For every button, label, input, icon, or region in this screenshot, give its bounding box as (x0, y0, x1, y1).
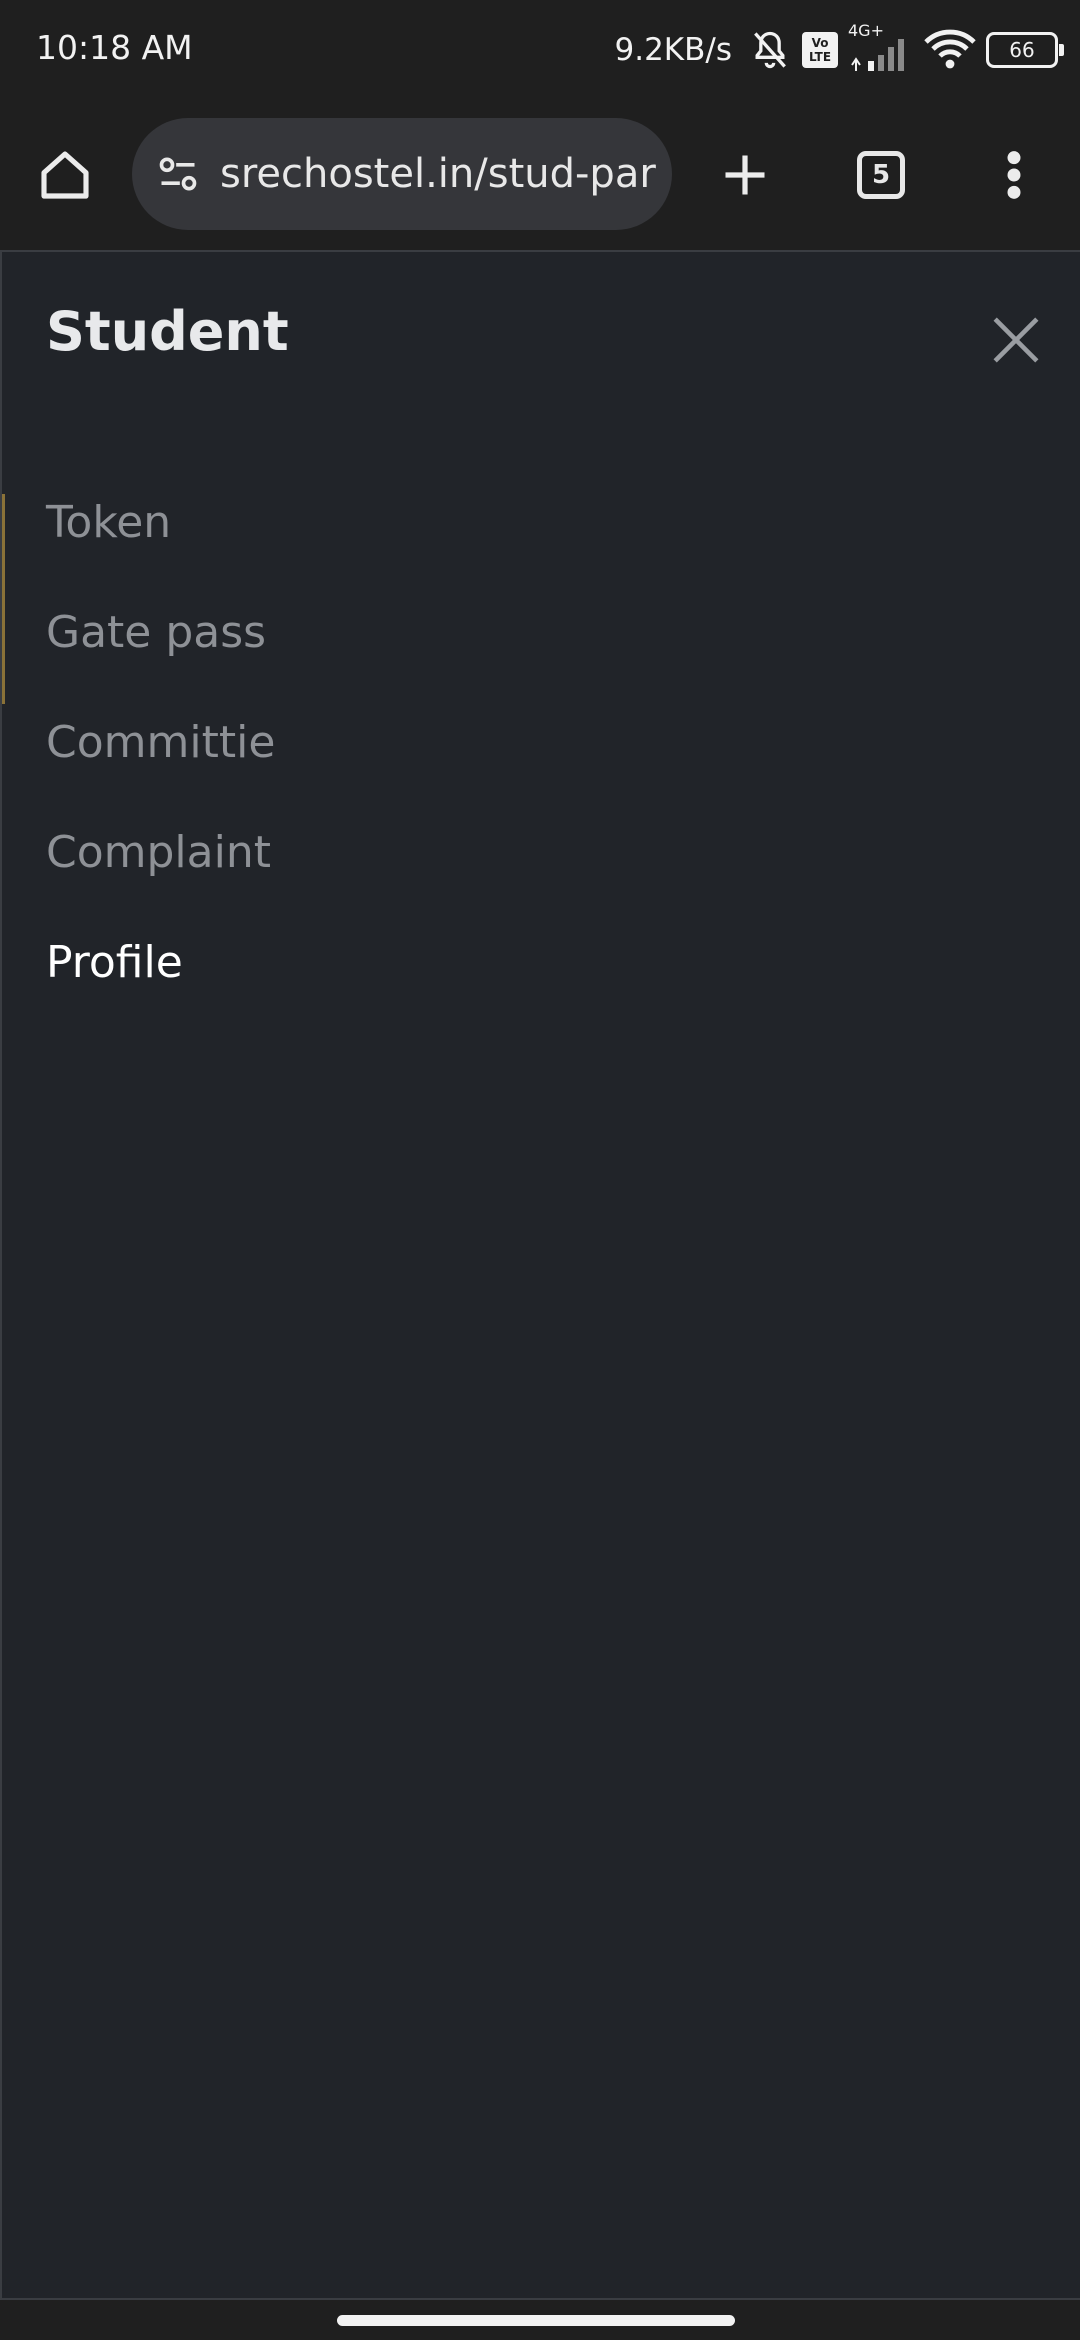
nav-item-profile[interactable]: Profile (46, 907, 275, 1017)
status-icons: 9.2KB/s Vo LTE 4G+ 66 (614, 21, 1064, 78)
home-icon (41, 151, 89, 199)
plus-icon (725, 155, 765, 195)
nav-item-token[interactable]: Token (46, 467, 275, 577)
close-button[interactable] (984, 308, 1048, 372)
volte-icon: Vo LTE (802, 32, 838, 68)
network-speed: 9.2KB/s (614, 32, 733, 68)
home-button[interactable] (26, 136, 104, 214)
more-menu-button[interactable] (975, 136, 1053, 214)
status-time: 10:18 AM (36, 28, 193, 67)
side-drawer: Student Token Gate pass Committie Compla… (0, 250, 1080, 2300)
close-icon (993, 317, 1039, 363)
status-bar: 10:18 AM 9.2KB/s Vo LTE 4G+ 66 (0, 0, 1080, 100)
site-settings-icon[interactable] (154, 150, 202, 198)
url-text[interactable]: srechostel.in/stud-par (220, 151, 656, 197)
mute-bell-icon (748, 28, 792, 72)
wifi-icon (924, 28, 976, 72)
signal-icon: 4G+ (848, 21, 914, 75)
more-vert-icon (1007, 151, 1021, 199)
home-gesture-bar[interactable] (337, 2315, 735, 2326)
tab-count: 5 (871, 160, 891, 190)
battery-level: 66 (1009, 38, 1035, 62)
nav-item-gate-pass[interactable]: Gate pass (46, 577, 275, 687)
volte-bottom-label: LTE (808, 50, 832, 64)
battery-icon: 66 (986, 32, 1064, 68)
tab-switcher-button[interactable]: 5 (842, 136, 920, 214)
address-bar[interactable]: srechostel.in/stud-par (132, 118, 672, 230)
drawer-accent-edge (2, 494, 5, 704)
browser-toolbar: srechostel.in/stud-par 5 (0, 100, 1080, 250)
new-tab-button[interactable] (706, 136, 784, 214)
drawer-title: Student (46, 300, 289, 363)
drawer-nav: Token Gate pass Committie Complaint Prof… (46, 467, 275, 1017)
nav-item-complaint[interactable]: Complaint (46, 797, 275, 907)
nav-item-committie[interactable]: Committie (46, 687, 275, 797)
gesture-area (0, 2300, 1080, 2340)
tab-count-icon: 5 (857, 151, 905, 199)
volte-top-label: Vo (811, 36, 829, 50)
